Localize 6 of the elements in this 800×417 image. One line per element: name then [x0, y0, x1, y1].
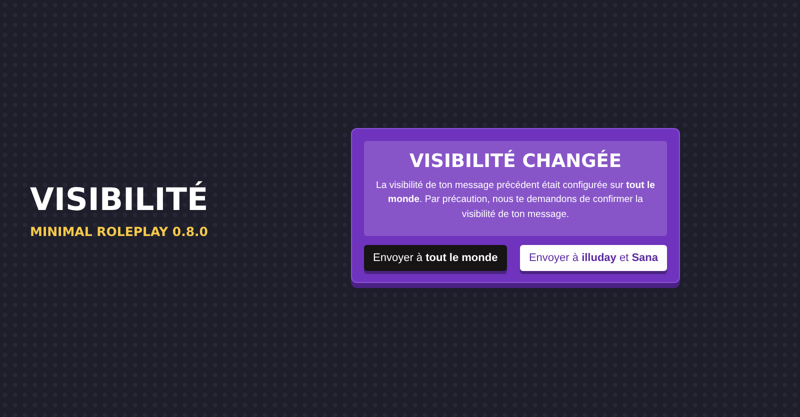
send-selected-button[interactable]: Envoyer à illuday et Sana	[520, 245, 667, 272]
dialog-title: VISIBILITÉ CHANGÉE	[408, 150, 623, 173]
send-all-button[interactable]: Envoyer à tout le monde	[364, 245, 507, 272]
page-title: VISIBILITÉ	[30, 183, 210, 218]
dialog-message: La visibilité de ton message précédent était configurée sur tout le monde. Par précaution, nous te demandons de confirmer la visibilité de ton message.	[375, 178, 656, 222]
version-subtitle: MINIMAL ROLEPLAY 0.8.0	[30, 223, 209, 242]
